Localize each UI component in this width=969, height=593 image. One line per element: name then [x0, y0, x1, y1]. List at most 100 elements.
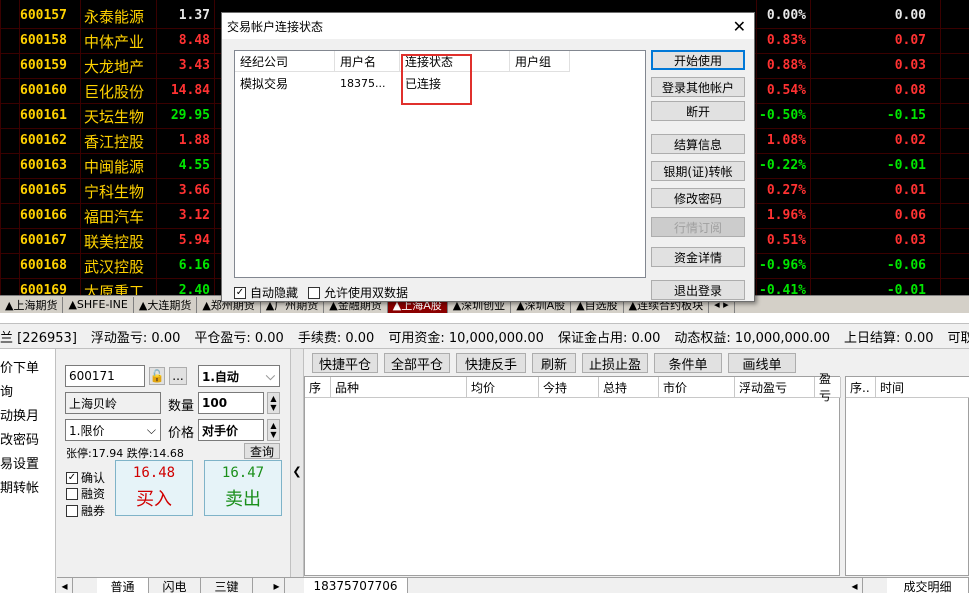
margin-sell-checkbox[interactable]: 融券	[66, 502, 105, 519]
dynamic-equity: 动态权益: 10,000,000.00	[674, 330, 831, 346]
tab-three-key[interactable]: 三键	[201, 578, 253, 593]
price-type-select[interactable]: 1.限价 ⌵	[65, 419, 161, 441]
left-menu-item[interactable]: 询	[0, 381, 13, 400]
position-column-header[interactable]: 序	[305, 377, 331, 398]
price-stepper[interactable]: ▲ ▼	[267, 419, 280, 441]
market-tab[interactable]: ▲上海期货	[0, 296, 64, 313]
left-menu-item[interactable]: 价下单	[0, 357, 39, 376]
deal-column-header[interactable]: 时间	[876, 377, 969, 398]
tab-flash[interactable]: 闪电	[149, 578, 201, 593]
cell-group[interactable]	[510, 74, 570, 92]
scroll-left-icon[interactable]: ◂	[847, 578, 863, 593]
position-column-header[interactable]: 浮动盈亏	[735, 377, 815, 398]
buy-label: 买入	[136, 489, 172, 510]
connection-status-dialog: 交易帐户连接状态 ✕ 经纪公司 用户名 连接状态 用户组 模拟交易 18375.…	[221, 12, 755, 302]
toolbar-button[interactable]: 快捷反手	[456, 353, 526, 373]
stock-price: 1.37	[178, 8, 210, 23]
toolbar-button[interactable]: 快捷平仓	[312, 353, 378, 373]
toolbar-button[interactable]: 画线单	[728, 353, 796, 373]
position-column-header[interactable]: 均价	[467, 377, 539, 398]
stock-change-pct: 0.88%	[766, 58, 806, 73]
fee: 手续费: 0.00	[297, 330, 375, 346]
code-input[interactable]: 600171	[65, 365, 145, 387]
settlement-info-button[interactable]: 结算信息	[651, 134, 745, 154]
query-button[interactable]: 查询	[244, 443, 280, 459]
float-pl: 浮动盈亏: 0.00	[90, 330, 181, 346]
stock-change-pct: 0.27%	[766, 183, 806, 198]
change-password-button[interactable]: 修改密码	[651, 188, 745, 208]
login-other-button[interactable]: 登录其他帐户	[651, 77, 745, 97]
left-menu-item[interactable]: 动换月	[0, 405, 39, 424]
toolbar-button[interactable]: 止损止盈	[582, 353, 648, 373]
collapse-handle[interactable]: ❮	[290, 349, 304, 593]
position-column-header[interactable]: 今持	[539, 377, 599, 398]
tab-account[interactable]: 18375707706	[304, 578, 408, 593]
qty-input[interactable]: 100	[198, 392, 264, 414]
position-column-header[interactable]: 市价	[659, 377, 735, 398]
stock-name: 武汉控股	[84, 258, 145, 276]
auto-hide-label: 自动隐藏	[250, 286, 299, 300]
stock-code: 600161	[20, 108, 67, 123]
market-tab[interactable]: ▲SHFE-INE	[63, 296, 134, 313]
quote-subscribe-button[interactable]: 行情订阅	[651, 217, 745, 237]
logout-button[interactable]: 退出登录	[651, 280, 745, 300]
scroll-right-icon[interactable]: ▸	[269, 578, 285, 593]
mode-value: 1.自动	[202, 369, 239, 384]
price-input[interactable]: 对手价	[198, 419, 264, 441]
auto-hide-checkbox[interactable]: ✓ 自动隐藏	[234, 284, 298, 301]
left-menu-item[interactable]: 期转帐	[0, 477, 39, 496]
lock-icon[interactable]: 🔓	[149, 367, 165, 385]
position-column-header[interactable]: 总持	[599, 377, 659, 398]
scroll-left-icon[interactable]: ◂	[57, 578, 73, 593]
stock-price: 14.84	[170, 83, 210, 98]
deal-column-header[interactable]: 序..	[846, 377, 876, 398]
qty-stepper[interactable]: ▲ ▼	[267, 392, 280, 414]
stock-change: 0.02	[894, 133, 926, 148]
bank-transfer-button[interactable]: 银期(证)转帐	[651, 161, 745, 181]
left-menu-item[interactable]: 改密码	[0, 429, 39, 448]
mode-select[interactable]: 1.自动 ⌵	[198, 365, 280, 387]
sell-button[interactable]: 16.47 卖出	[204, 460, 282, 516]
confirm-checkbox[interactable]: ✓ 确认	[66, 469, 105, 486]
left-menu-item[interactable]: 易设置	[0, 453, 39, 472]
stock-code: 600165	[20, 183, 67, 198]
dual-data-checkbox[interactable]: 允许使用双数据	[308, 284, 408, 301]
stock-change: 0.08	[894, 83, 926, 98]
tab-normal[interactable]: 普通	[97, 578, 149, 593]
stock-name: 永泰能源	[84, 8, 145, 26]
stock-change-pct: -0.22%	[759, 158, 806, 173]
toolbar-button[interactable]: 全部平仓	[384, 353, 450, 373]
tab-deal-detail[interactable]: 成交明细	[887, 578, 969, 593]
stock-name: 天坛生物	[84, 108, 145, 126]
position-column-header[interactable]: 盈亏	[815, 372, 841, 403]
stock-price: 4.55	[178, 158, 210, 173]
toolbar-button[interactable]: 刷新	[532, 353, 576, 373]
bottom-tabs: ◂ 普通 闪电 三键 ▸ 18375707706 ◂ 成交明细	[57, 577, 969, 593]
position-column-header[interactable]: 品种	[331, 377, 467, 398]
stock-change: 0.03	[894, 58, 926, 73]
toolbar-button[interactable]: 条件单	[654, 353, 722, 373]
close-icon[interactable]: ✕	[733, 17, 746, 36]
start-button[interactable]: 开始使用	[651, 50, 745, 70]
cell-broker[interactable]: 模拟交易	[235, 74, 335, 92]
check-icon: ✓	[234, 286, 246, 299]
stock-name: 联美控股	[84, 233, 145, 251]
chevron-down-icon: ⌵	[265, 368, 275, 383]
stock-change: -0.06	[886, 258, 926, 273]
cell-user[interactable]: 18375...	[335, 74, 400, 92]
disconnect-button[interactable]: 断开	[651, 101, 745, 121]
fund-detail-button[interactable]: 资金详情	[651, 247, 745, 267]
buy-button[interactable]: 16.48 买入	[115, 460, 193, 516]
margin-sell-label: 融券	[81, 504, 106, 518]
margin-buy-label: 融资	[81, 487, 106, 501]
market-tab[interactable]: ▲大连期货	[133, 296, 198, 313]
stock-price: 5.94	[178, 233, 210, 248]
stock-change-pct: 1.08%	[766, 133, 806, 148]
margin-buy-checkbox[interactable]: 融资	[66, 485, 105, 502]
position-toolbar: 快捷平仓 全部平仓 快捷反手 刷新 止损止盈 条件单 画线单	[304, 353, 844, 375]
more-button[interactable]: ...	[169, 367, 187, 385]
stock-code: 600157	[20, 8, 67, 23]
dialog-title-bar: 交易帐户连接状态 ✕	[222, 13, 754, 39]
stock-change: 0.03	[894, 233, 926, 248]
chevron-down-icon: ⌵	[146, 422, 156, 437]
